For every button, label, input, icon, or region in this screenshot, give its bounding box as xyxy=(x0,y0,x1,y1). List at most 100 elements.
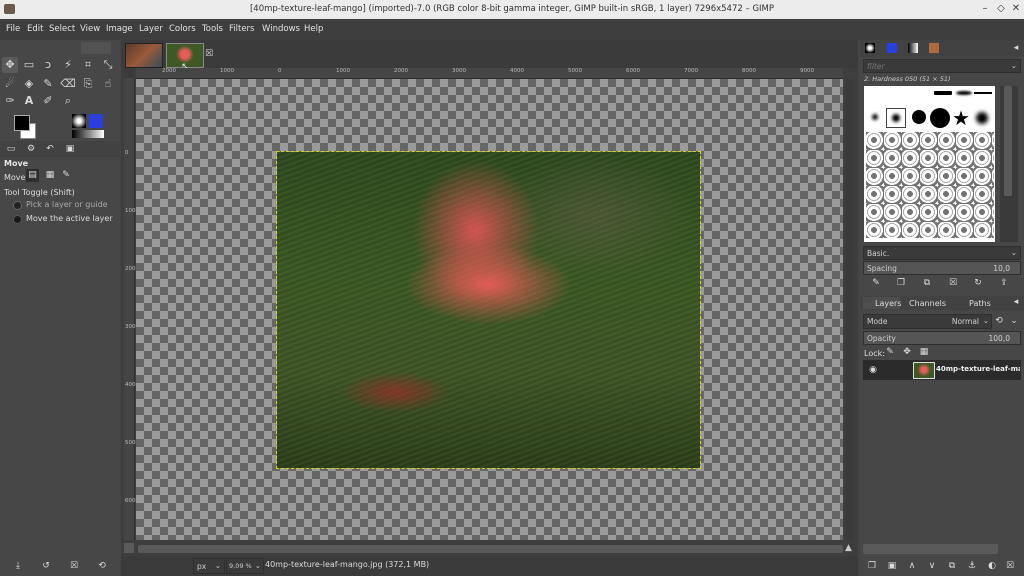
lasso-tool-icon[interactable]: ↄ xyxy=(40,57,56,73)
raise-layer-icon[interactable]: ∧ xyxy=(906,560,918,572)
lock-pixels-icon[interactable]: ✎ xyxy=(884,346,896,358)
bucket-fill-tool-icon[interactable]: ◈ xyxy=(21,76,37,92)
brush-swatch[interactable] xyxy=(912,110,926,124)
brush-swatch[interactable] xyxy=(956,91,972,95)
opacity-slider[interactable]: Opacity 100,0 xyxy=(863,331,1021,345)
undo-history-tab-icon[interactable]: ↶ xyxy=(44,143,56,155)
eye-visibility-icon[interactable]: ◉ xyxy=(867,364,879,376)
move-path-mode-icon[interactable]: ✎ xyxy=(60,169,72,181)
duplicate-brush-icon[interactable]: ⧉ xyxy=(921,277,933,289)
menu-colors[interactable]: Colors xyxy=(169,24,196,34)
nav-preview-icon[interactable] xyxy=(124,543,134,553)
save-tool-preset-icon[interactable]: ⤓ xyxy=(12,560,24,572)
gradients-tab-icon[interactable] xyxy=(908,43,918,53)
lower-layer-icon[interactable]: ∨ xyxy=(926,560,938,572)
horizontal-scrollbar[interactable] xyxy=(138,545,843,553)
scrollbar-thumb[interactable] xyxy=(1004,86,1012,196)
tab-layers[interactable]: Layers xyxy=(863,297,901,309)
unit-select[interactable]: px ⌄ xyxy=(193,558,225,574)
layer-mode-select[interactable]: Mode Normal ⌄ xyxy=(863,314,992,329)
fonts-tab-icon[interactable] xyxy=(929,43,939,53)
move-active-layer-radio[interactable] xyxy=(13,215,22,224)
menu-tools[interactable]: Tools xyxy=(202,24,223,34)
lock-position-icon[interactable]: ✥ xyxy=(901,346,913,358)
move-tool-icon[interactable]: ✥ xyxy=(2,57,18,73)
transform-tool-icon[interactable]: ⤡ xyxy=(100,57,116,73)
anchor-layer-icon[interactable]: ⚓ xyxy=(966,560,978,572)
smudge-tool-icon[interactable]: ☝ xyxy=(100,76,116,92)
star-brush-icon[interactable]: ★ xyxy=(952,106,970,130)
move-selection-mode-icon[interactable]: ▦ xyxy=(44,169,56,181)
layers-scrollbar[interactable] xyxy=(863,544,998,554)
brush-swatch[interactable] xyxy=(930,108,950,128)
menu-help[interactable]: Help xyxy=(304,24,323,34)
gradient-preview[interactable] xyxy=(72,130,104,138)
brush-grid[interactable]: ★ xyxy=(864,86,995,242)
brush-swatch[interactable] xyxy=(892,114,900,122)
spacing-slider[interactable]: Spacing 10,0 xyxy=(863,261,1021,275)
chevron-down-icon[interactable]: ⌄ xyxy=(1008,315,1020,327)
brush-filter-field[interactable]: filter ⌄ xyxy=(863,59,1021,73)
fuzzy-select-tool-icon[interactable]: ⚡ xyxy=(60,57,76,73)
layer-name[interactable]: 40mp-texture-leaf-mango xyxy=(936,365,1020,373)
tool-options-tab-icon[interactable]: ▭ xyxy=(5,143,17,155)
rect-select-tool-icon[interactable]: ▭ xyxy=(21,57,37,73)
refresh-brushes-icon[interactable]: ↻ xyxy=(972,277,984,289)
move-layer-mode-icon[interactable]: ▤ xyxy=(26,169,39,182)
pattern-preview-icon[interactable] xyxy=(89,114,103,128)
patterns-tab-icon[interactable] xyxy=(887,43,897,53)
zoom-tool-icon[interactable]: ⌕ xyxy=(60,93,76,109)
image-tab-thumbnail-1[interactable] xyxy=(125,43,163,68)
eraser-tool-icon[interactable]: ⌫ xyxy=(60,76,76,92)
menu-layer[interactable]: Layer xyxy=(139,24,163,34)
paintbrush-tool-icon[interactable]: ✎ xyxy=(40,76,56,92)
open-as-image-icon[interactable]: ⇪ xyxy=(998,277,1010,289)
menu-file[interactable]: File xyxy=(6,24,20,34)
menu-windows[interactable]: Windows xyxy=(262,24,300,34)
selected-brush[interactable] xyxy=(886,108,906,128)
delete-tool-preset-icon[interactable]: ☒ xyxy=(68,560,80,572)
brush-texture-grid[interactable] xyxy=(866,132,994,238)
zoom-select[interactable]: 9,09 % ⌄ xyxy=(226,558,264,574)
maximize-button[interactable]: ◇ xyxy=(994,3,1008,14)
device-status-tab-icon[interactable]: ⚙ xyxy=(25,143,37,155)
brushes-tab-icon[interactable] xyxy=(865,43,875,53)
layer-thumbnail[interactable] xyxy=(913,362,935,379)
tab-paths[interactable]: Paths xyxy=(969,299,991,308)
layer-row[interactable]: ◉ 40mp-texture-leaf-mango xyxy=(863,360,1021,380)
close-button[interactable]: ✕ xyxy=(1009,3,1023,14)
images-tab-icon[interactable]: ▣ xyxy=(64,143,76,155)
delete-brush-icon[interactable]: ☒ xyxy=(947,277,959,289)
menu-filters[interactable]: Filters xyxy=(229,24,254,34)
zoom-image-toggle-icon[interactable]: ▲ xyxy=(845,543,852,553)
new-layer-group-icon[interactable]: ▣ xyxy=(886,560,898,572)
restore-tool-preset-icon[interactable]: ↺ xyxy=(40,560,52,572)
pick-layer-radio[interactable] xyxy=(13,201,22,210)
minimize-button[interactable]: – xyxy=(978,3,992,14)
vertical-scrollbar[interactable] xyxy=(846,79,853,540)
color-picker-tool-icon[interactable]: ✐ xyxy=(40,93,56,109)
brush-grid-scrollbar[interactable] xyxy=(1000,86,1018,242)
menu-image[interactable]: Image xyxy=(106,24,133,34)
new-brush-icon[interactable]: ❐ xyxy=(895,277,907,289)
brush-preset-select[interactable]: Basic. ⌄ xyxy=(863,246,1021,260)
quick-mask-toggle[interactable] xyxy=(124,68,134,78)
reset-tool-options-icon[interactable]: ⟲ xyxy=(96,560,108,572)
image-canvas-leaf-photo[interactable] xyxy=(276,151,701,469)
text-tool-icon[interactable]: A xyxy=(21,93,37,109)
crop-tool-icon[interactable]: ⌗ xyxy=(80,57,96,73)
edit-brush-icon[interactable]: ✎ xyxy=(870,277,882,289)
new-layer-icon[interactable]: ❐ xyxy=(866,560,878,572)
duplicate-layer-icon[interactable]: ⧉ xyxy=(946,560,958,572)
brush-swatch[interactable] xyxy=(872,114,878,120)
configure-tab-icon[interactable]: ◂ xyxy=(1010,296,1022,308)
lock-alpha-icon[interactable]: ▦ xyxy=(918,346,930,358)
close-image-tab-icon[interactable]: ☒ xyxy=(203,48,215,60)
menu-view[interactable]: View xyxy=(80,24,100,34)
clone-tool-icon[interactable]: ⎘ xyxy=(80,76,96,92)
brush-swatch[interactable] xyxy=(934,91,952,95)
reset-mode-icon[interactable]: ⟲ xyxy=(993,315,1005,327)
warp-tool-icon[interactable]: ☄ xyxy=(2,76,18,92)
brush-swatch[interactable] xyxy=(976,112,988,124)
configure-tab-icon[interactable]: ◂ xyxy=(1010,42,1022,54)
